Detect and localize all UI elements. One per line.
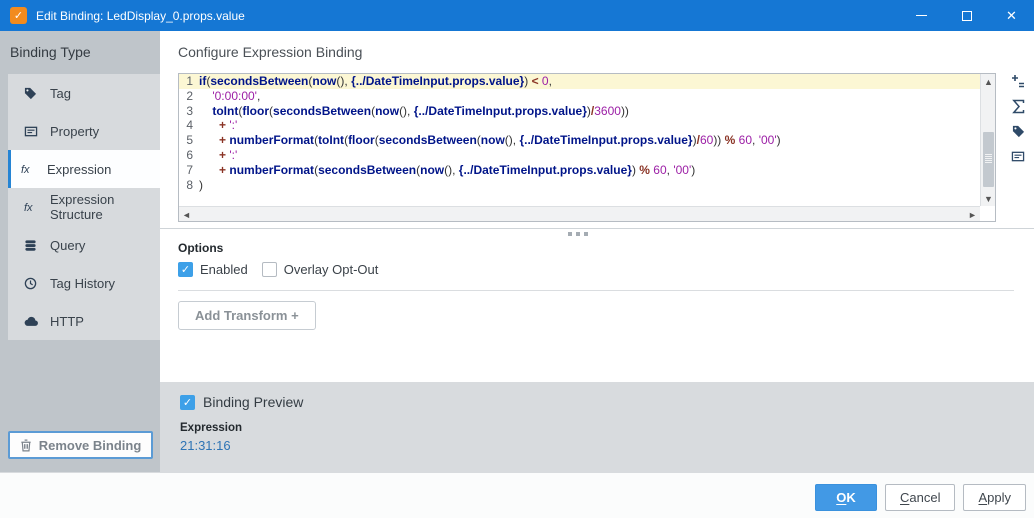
code-line[interactable]: 1 if(secondsBetween(now (), {../DateTimeIn… xyxy=(179,74,980,89)
window-title: Edit Binding: LedDisplay_0.props.value xyxy=(36,8,245,23)
sidebar-item-label: Property xyxy=(50,123,100,139)
binding-preview-panel: ✓ Binding Preview Expression 21:31:16 xyxy=(160,382,1034,472)
add-transform-button[interactable]: Add Transform + xyxy=(178,301,316,330)
code-line[interactable]: 4 + ':' xyxy=(179,118,980,133)
remove-binding-button[interactable]: Remove Binding xyxy=(8,431,153,459)
sidebar-item-tag-history[interactable]: Tag History xyxy=(8,264,160,302)
binding-preview-label: Binding Preview xyxy=(203,394,304,410)
horizontal-scrollbar[interactable]: ◄ ► xyxy=(179,206,980,221)
line-number: 6 xyxy=(186,147,193,162)
line-number: 3 xyxy=(186,103,193,118)
close-icon: ✕ xyxy=(1006,8,1017,23)
tag-icon xyxy=(24,87,42,100)
binding-type-list: Tag Property fx Expression fx Expression Stru… xyxy=(8,74,160,340)
options-row: ✓ Enabled Overlay Opt-Out xyxy=(178,262,378,277)
svg-text:fx: fx xyxy=(21,164,30,175)
ok-button[interactable]: OK xyxy=(815,484,877,511)
minimize-button[interactable] xyxy=(899,0,944,31)
code-line[interactable]: 2 '0:00:00', xyxy=(179,89,980,104)
insert-tag-icon[interactable] xyxy=(1009,123,1027,139)
clock-icon xyxy=(24,277,42,290)
sidebar-header: Binding Type xyxy=(10,44,91,60)
property-icon xyxy=(24,125,42,138)
line-number: 8 xyxy=(186,177,193,192)
sidebar-item-label: Tag xyxy=(50,85,71,101)
checkbox-overlay-opt-out[interactable]: Overlay Opt-Out xyxy=(261,262,379,277)
expression-editor[interactable]: 1 if(secondsBetween(now (), {../DateTimeIn… xyxy=(178,73,996,222)
sidebar-item-query[interactable]: Query xyxy=(8,226,160,264)
checkbox-unchecked-icon[interactable] xyxy=(261,262,277,277)
scroll-right-icon[interactable]: ► xyxy=(965,207,980,221)
close-button[interactable]: ✕ xyxy=(989,0,1034,31)
line-number: 4 xyxy=(186,118,193,133)
sidebar-item-label: HTTP xyxy=(50,313,84,329)
fx-icon: fx xyxy=(21,163,39,175)
expression-code[interactable]: 1 if(secondsBetween(now (), {../DateTimeIn… xyxy=(179,74,980,206)
scroll-up-icon[interactable]: ▲ xyxy=(981,74,995,89)
maximize-button[interactable] xyxy=(944,0,989,31)
sidebar-item-label: Expression Structure xyxy=(50,192,115,222)
editor-toolbar xyxy=(1004,73,1032,164)
sidebar-item-http[interactable]: HTTP xyxy=(8,302,160,340)
page-title: Configure Expression Binding xyxy=(178,44,363,60)
splitter-handle[interactable] xyxy=(568,232,588,236)
checkbox-label: Overlay Opt-Out xyxy=(283,262,379,277)
svg-text:fx: fx xyxy=(24,202,33,213)
line-number: 5 xyxy=(186,133,193,148)
checkbox-enabled[interactable]: ✓ Enabled xyxy=(178,262,248,277)
database-icon xyxy=(24,239,42,252)
preview-value: 21:31:16 xyxy=(180,438,231,453)
binding-icon: ✓ xyxy=(10,7,27,24)
divider xyxy=(178,290,1014,291)
dialog-footer: O K Cancel Apply xyxy=(0,472,1034,518)
scroll-down-icon[interactable]: ▼ xyxy=(981,191,995,206)
checkbox-checked-icon[interactable]: ✓ xyxy=(178,262,193,277)
cloud-icon xyxy=(24,316,42,327)
vertical-scrollbar[interactable]: ▲ ▼ xyxy=(980,74,995,206)
splitter-line xyxy=(160,228,1034,229)
footer-buttons: O K Cancel Apply xyxy=(815,484,1026,511)
insert-operator-icon[interactable] xyxy=(1009,73,1027,89)
sidebar-item-property[interactable]: Property xyxy=(8,112,160,150)
code-line[interactable]: 7 + numberFormat(secondsBetween(now (), {… xyxy=(179,163,980,178)
checkbox-label: Enabled xyxy=(200,262,248,277)
sidebar-item-label: Tag History xyxy=(50,275,116,291)
sidebar-item-label: Query xyxy=(50,237,86,253)
edit-binding-dialog: ✓ Edit Binding: LedDisplay_0.props.value… xyxy=(0,0,1034,518)
add-transform-label: Add Transform + xyxy=(195,308,299,323)
maximize-icon xyxy=(961,10,972,21)
scroll-left-icon[interactable]: ◄ xyxy=(179,207,194,221)
line-number: 7 xyxy=(186,162,193,177)
code-line[interactable]: 5 + numberFormat(toInt(floor(secondsBetw… xyxy=(179,133,980,148)
code-line[interactable]: 6 + ':' xyxy=(179,148,980,163)
insert-function-icon[interactable] xyxy=(1009,98,1027,114)
main-panel: Configure Expression Binding 1 if(seconds… xyxy=(160,31,1034,382)
binding-preview-checkbox[interactable]: ✓ xyxy=(180,394,195,410)
line-number: 2 xyxy=(186,88,193,103)
remove-binding-label: Remove Binding xyxy=(38,437,142,453)
apply-button[interactable]: Apply xyxy=(963,484,1026,511)
title-bar: ✓ Edit Binding: LedDisplay_0.props.value… xyxy=(0,0,1034,31)
code-line[interactable]: 8) xyxy=(179,178,980,193)
fx-icon: fx xyxy=(24,201,42,213)
options-label: Options xyxy=(178,241,224,255)
sidebar-item-expression[interactable]: fx Expression xyxy=(8,150,160,188)
insert-property-icon[interactable] xyxy=(1009,148,1027,164)
vertical-scroll-thumb[interactable] xyxy=(983,132,994,187)
preview-field-label: Expression xyxy=(180,422,242,434)
trash-icon xyxy=(20,439,32,452)
line-number: 1 xyxy=(186,74,193,88)
minimize-icon xyxy=(916,15,927,16)
sidebar-item-tag[interactable]: Tag xyxy=(8,74,160,112)
sidebar-item-label: Expression xyxy=(47,161,112,177)
code-line[interactable]: 3 toInt(floor(secondsBetween(now (), {../… xyxy=(179,104,980,119)
cancel-button[interactable]: Cancel xyxy=(885,484,956,511)
binding-type-sidebar: Binding Type Tag Property fx Expression fx Ex… xyxy=(0,31,160,472)
sidebar-item-expression-structure[interactable]: fx Expression Structure xyxy=(8,188,160,226)
